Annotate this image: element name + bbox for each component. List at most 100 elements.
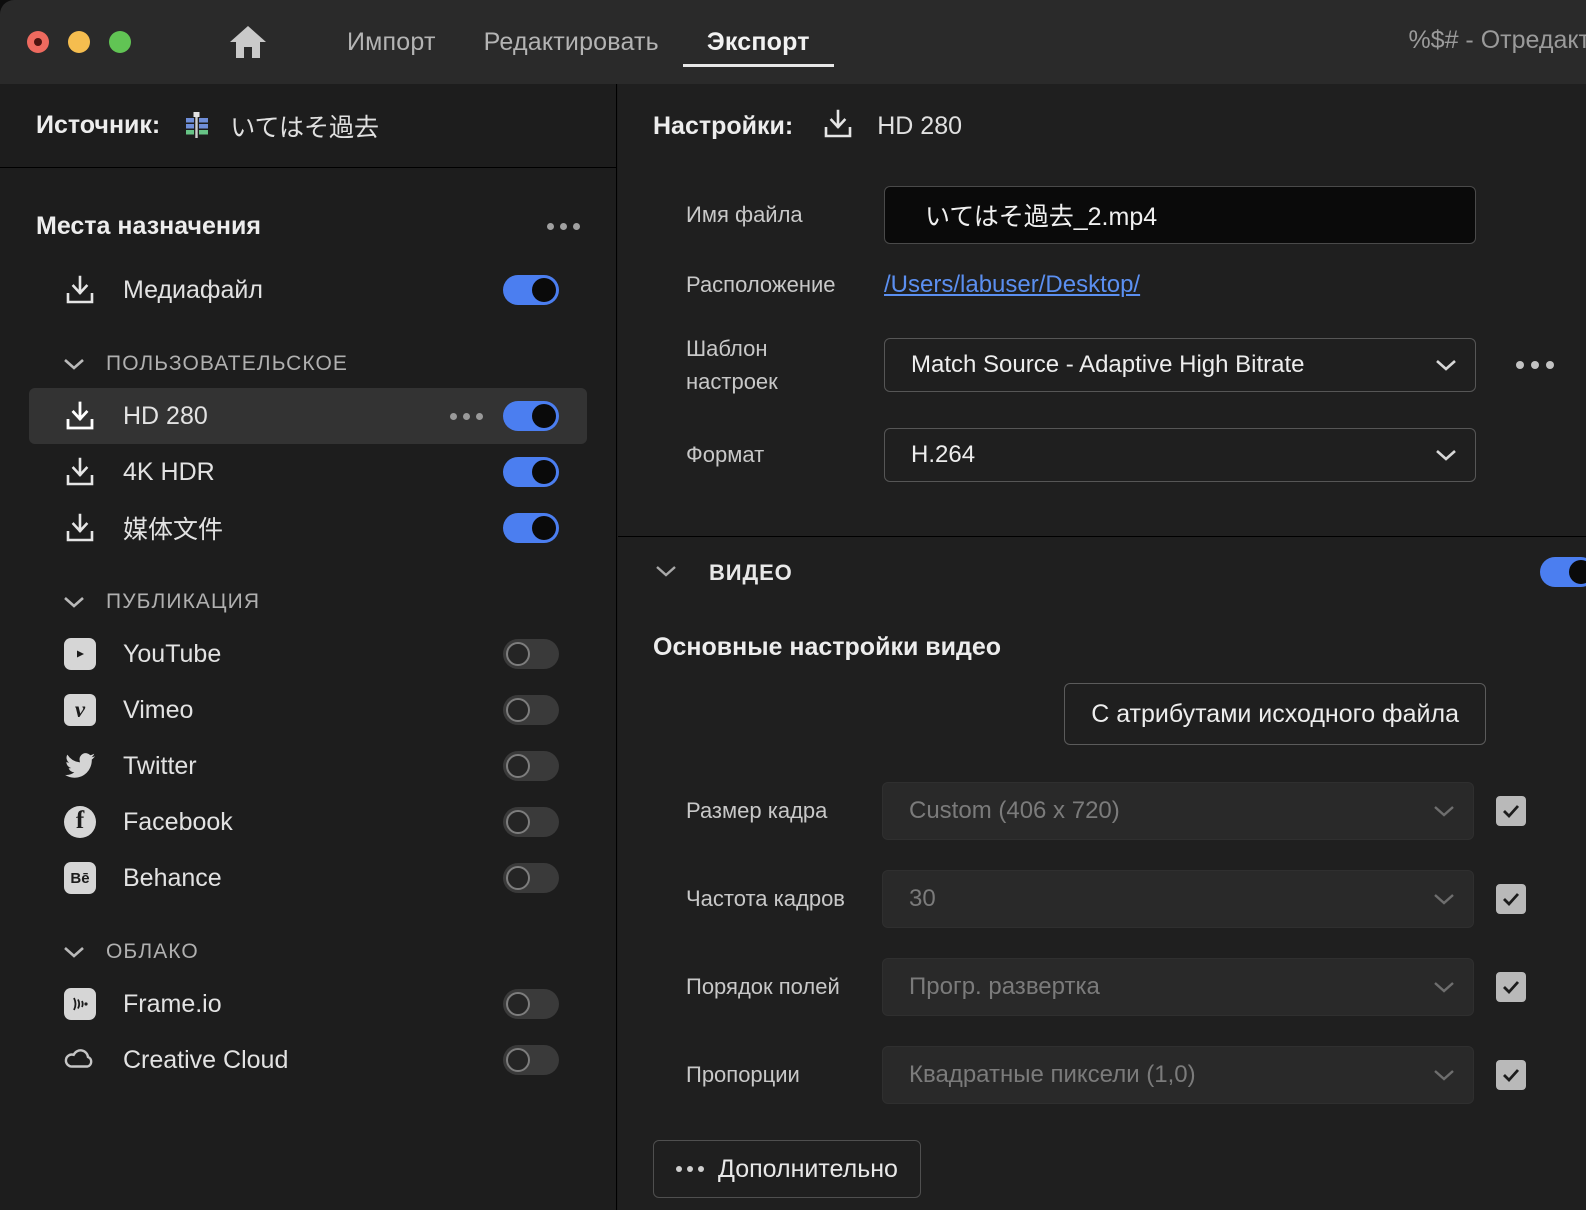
format-dropdown[interactable]: H.264 <box>884 428 1476 482</box>
destination-toggle[interactable] <box>503 457 559 487</box>
destination-youtube[interactable]: YouTube <box>29 626 587 682</box>
chevron-down-icon <box>63 357 85 371</box>
filename-label: Имя файла <box>686 202 803 227</box>
advanced-settings-button[interactable]: Дополнительно <box>653 1140 921 1198</box>
location-row: Расположение /Users/labuser/Desktop/ <box>618 268 1586 302</box>
aspect-ratio-value: Квадратные пиксели (1,0) <box>909 1061 1196 1088</box>
chevron-down-icon <box>63 595 85 609</box>
chevron-down-icon <box>63 945 85 959</box>
destination-toggle[interactable] <box>503 863 559 893</box>
twitter-icon <box>63 749 97 783</box>
window-title: %$# - Отредакти <box>1408 26 1586 54</box>
preset-label-line2: настроек <box>686 369 778 394</box>
advanced-settings-label: Дополнительно <box>718 1154 898 1183</box>
home-icon[interactable] <box>225 19 271 65</box>
destination-label: Медиафайл <box>123 275 263 304</box>
format-value: H.264 <box>911 441 976 468</box>
destination-toggle[interactable] <box>503 989 559 1019</box>
tab-edit[interactable]: Редактировать <box>460 0 683 84</box>
close-window-button[interactable] <box>27 31 49 53</box>
destination-toggle[interactable] <box>503 1045 559 1075</box>
settings-label: Настройки: <box>653 111 794 140</box>
destination-toggle[interactable] <box>503 807 559 837</box>
behance-icon: Bē <box>63 861 97 895</box>
chevron-down-icon <box>1433 797 1455 825</box>
destination-label: 4K HDR <box>123 457 215 486</box>
export-download-icon <box>63 511 97 545</box>
window-controls <box>27 31 131 53</box>
group-header-cloud[interactable]: ОБЛАКО <box>0 928 616 976</box>
group-header-custom[interactable]: ПОЛЬЗОВАТЕЛЬСКОЕ <box>0 340 616 388</box>
destination-label: Frame.io <box>123 989 222 1018</box>
destination-facebook[interactable]: f Facebook <box>29 794 587 850</box>
aspect-ratio-dropdown[interactable]: Квадратные пиксели (1,0) <box>882 1046 1474 1104</box>
destination-toggle[interactable] <box>503 695 559 725</box>
destination-4k-hdr[interactable]: 4K HDR <box>29 444 587 500</box>
preset-more-options-icon[interactable] <box>1516 361 1554 369</box>
frame-rate-checkbox[interactable] <box>1496 884 1526 914</box>
chevron-down-icon <box>1433 885 1455 913</box>
destination-media-file-cn[interactable]: 媒体文件 <box>29 500 587 556</box>
frame-size-checkbox[interactable] <box>1496 796 1526 826</box>
destination-toggle[interactable] <box>503 275 559 305</box>
video-section-header[interactable]: ВИДЕО <box>618 537 1586 609</box>
more-options-icon[interactable] <box>547 222 580 230</box>
match-source-button[interactable]: С атрибутами исходного файла <box>1064 683 1486 745</box>
destination-frameio[interactable]: Frame.io <box>29 976 587 1032</box>
destination-twitter[interactable]: Twitter <box>29 738 587 794</box>
filename-row: Имя файла いてはそ過去_2.mp4 <box>618 186 1586 244</box>
tab-export[interactable]: Экспорт <box>682 0 834 84</box>
group-header-publication[interactable]: ПУБЛИКАЦИЯ <box>0 578 616 626</box>
minimize-window-button[interactable] <box>68 31 90 53</box>
export-download-icon <box>63 273 97 307</box>
chevron-down-icon <box>1433 973 1455 1001</box>
destination-creative-cloud[interactable]: Creative Cloud <box>29 1032 587 1088</box>
destination-toggle[interactable] <box>503 751 559 781</box>
export-download-icon <box>63 455 97 489</box>
export-download-icon <box>63 399 97 433</box>
chevron-down-icon <box>1433 1061 1455 1089</box>
field-order-row: Порядок полей Прогр. развертка <box>618 958 1586 1016</box>
destinations-panel: Источник: いてはそ過去 Места назначения Медиаф… <box>0 84 617 1210</box>
destination-label: 媒体文件 <box>123 516 224 544</box>
field-order-checkbox[interactable] <box>1496 972 1526 1002</box>
aspect-ratio-checkbox[interactable] <box>1496 1060 1526 1090</box>
destination-label: HD 280 <box>123 401 208 430</box>
field-order-dropdown[interactable]: Прогр. развертка <box>882 958 1474 1016</box>
preset-label-line1: Шаблон <box>686 336 768 361</box>
field-order-label: Порядок полей <box>686 974 840 999</box>
destination-toggle[interactable] <box>503 401 559 431</box>
more-options-icon <box>676 1166 704 1172</box>
destination-vimeo[interactable]: v Vimeo <box>29 682 587 738</box>
tab-import[interactable]: Импорт <box>323 0 460 84</box>
frame-size-label: Размер кадра <box>686 798 828 823</box>
format-label: Формат <box>686 442 765 467</box>
chevron-down-icon <box>1435 351 1457 379</box>
location-label: Расположение <box>686 272 836 297</box>
export-download-icon <box>821 107 855 146</box>
creative-cloud-icon <box>63 1043 97 1077</box>
destination-behance[interactable]: Bē Behance <box>29 850 587 906</box>
group-label: ПОЛЬЗОВАТЕЛЬСКОЕ <box>106 352 349 375</box>
destination-toggle[interactable] <box>503 639 559 669</box>
destination-more-options-icon[interactable] <box>450 412 483 420</box>
preset-value: Match Source - Adaptive High Bitrate <box>911 351 1305 378</box>
destination-toggle[interactable] <box>503 513 559 543</box>
destination-media-file[interactable]: Медиафайл <box>29 262 587 318</box>
preset-label: Шаблон настроек <box>686 332 876 398</box>
maximize-window-button[interactable] <box>109 31 131 53</box>
preset-dropdown[interactable]: Match Source - Adaptive High Bitrate <box>884 338 1476 392</box>
frame-size-dropdown[interactable]: Custom (406 x 720) <box>882 782 1474 840</box>
format-row: Формат H.264 <box>618 428 1586 482</box>
frame-rate-label: Частота кадров <box>686 886 845 911</box>
frame-rate-dropdown[interactable]: 30 <box>882 870 1474 928</box>
video-section-toggle[interactable] <box>1540 557 1586 587</box>
aspect-ratio-label: Пропорции <box>686 1062 800 1087</box>
destinations-title: Места назначения <box>36 211 261 240</box>
destination-hd-280[interactable]: HD 280 <box>29 388 587 444</box>
group-label: ПУБЛИКАЦИЯ <box>106 590 261 613</box>
filename-input[interactable]: いてはそ過去_2.mp4 <box>884 186 1476 244</box>
vimeo-icon: v <box>63 693 97 727</box>
location-link[interactable]: /Users/labuser/Desktop/ <box>884 271 1140 299</box>
chevron-down-icon <box>655 564 677 583</box>
